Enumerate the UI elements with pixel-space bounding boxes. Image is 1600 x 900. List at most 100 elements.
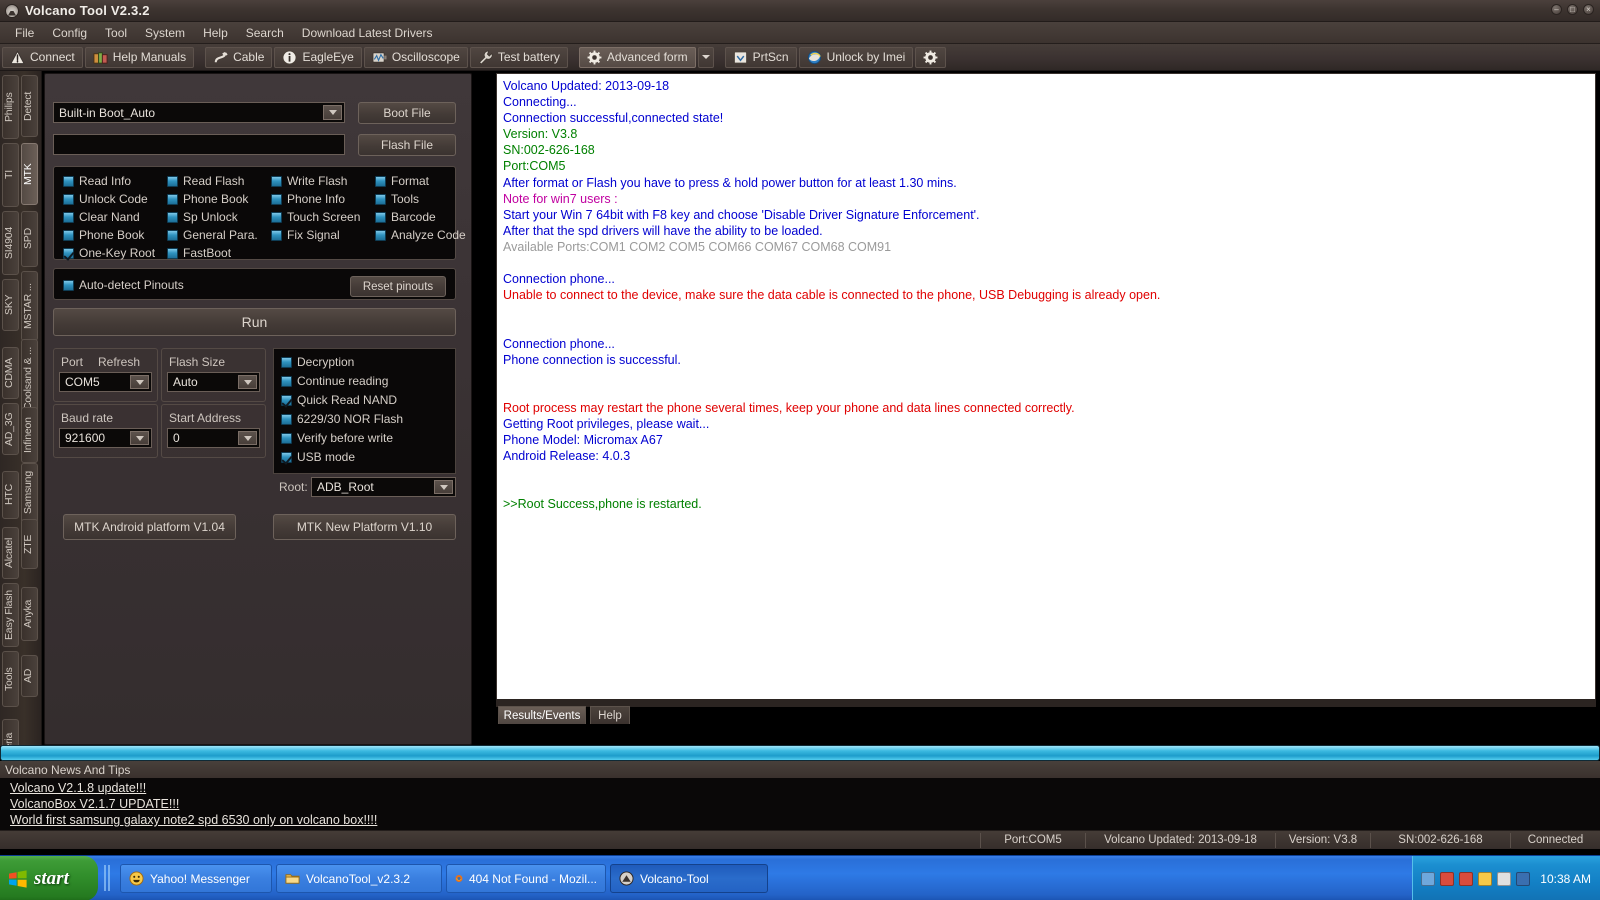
- chevron-down-icon[interactable]: [323, 105, 342, 120]
- toolbar-button-prtscn[interactable]: PrtScn: [724, 46, 797, 68]
- sidebar-tab-samsung[interactable]: Samsung: [21, 463, 38, 523]
- start-address-combo[interactable]: 0: [167, 428, 260, 448]
- news-link[interactable]: Volcano V2.1.8 update!!!: [10, 780, 146, 796]
- taskbar-item-volcano-tool[interactable]: Volcano-Tool: [610, 864, 768, 893]
- refresh-button[interactable]: Refresh: [98, 355, 140, 369]
- menu-item-file[interactable]: File: [6, 24, 43, 42]
- news-links-list: Volcano V2.1.8 update!!! VolcanoBox V2.1.…: [0, 778, 1600, 830]
- maximize-button[interactable]: □: [1567, 4, 1578, 15]
- news-link[interactable]: World first samsung galaxy note2 spd 653…: [10, 812, 377, 828]
- menu-item-system[interactable]: System: [136, 24, 194, 42]
- port-combo[interactable]: COM5: [59, 372, 152, 392]
- sidebar-tab-sky[interactable]: SKY: [2, 279, 19, 331]
- toolbar-button-label: Connect: [30, 50, 75, 64]
- sidebar-tab-ad[interactable]: AD: [21, 655, 38, 697]
- antivirus-icon[interactable]: [1459, 871, 1473, 886]
- option-checkbox-6229-30-nor-flash[interactable]: 6229/30 NOR Flash: [281, 412, 403, 426]
- sidebar-tab-anyka[interactable]: Anyka: [21, 587, 38, 641]
- usb-icon[interactable]: [1516, 871, 1530, 886]
- auto-detect-pinouts-checkbox[interactable]: Auto-detect Pinouts: [63, 278, 184, 292]
- taskbar-item-label: VolcanoTool_v2.3.2: [306, 871, 411, 886]
- device-family-sidebar: Philips TI SI4904 SKY CDMA AD_3G HTC Alcatel Eas…: [0, 71, 42, 775]
- sidebar-tab-ti[interactable]: TI: [2, 143, 19, 207]
- toolbar-button-oscilloscope[interactable]: Oscilloscope: [363, 46, 468, 68]
- mtk-new-platform-button[interactable]: MTK New Platform V1.10: [273, 514, 456, 540]
- sidebar-tab-infineon[interactable]: Infineon: [21, 407, 38, 463]
- network-icon[interactable]: [1421, 871, 1435, 886]
- toolbar-button-test-battery[interactable]: Test battery: [469, 46, 568, 68]
- chevron-down-icon[interactable]: [130, 431, 149, 445]
- news-link[interactable]: VolcanoBox V2.1.7 UPDATE!!!: [10, 796, 179, 812]
- menu-item-tool[interactable]: Tool: [96, 24, 136, 42]
- windows-taskbar: start Yahoo! Messenger VolcanoTool_v2.3.2…: [0, 855, 1600, 900]
- reset-pinouts-button[interactable]: Reset pinouts: [350, 276, 446, 297]
- chevron-down-icon[interactable]: [434, 480, 453, 494]
- menu-item-config[interactable]: Config: [43, 24, 96, 42]
- taskbar-item-404-not-found-mozil[interactable]: 404 Not Found - Mozil...: [446, 864, 606, 893]
- flash-file-button[interactable]: Flash File: [358, 134, 456, 156]
- sidebar-tab-mtk[interactable]: MTK: [21, 143, 38, 205]
- menu-item-download-latest-drivers[interactable]: Download Latest Drivers: [293, 24, 442, 42]
- option-checkbox-quick-read-nand[interactable]: Quick Read NAND: [281, 393, 397, 407]
- flash-size-combo[interactable]: Auto: [167, 372, 260, 392]
- boot-file-button[interactable]: Boot File: [358, 102, 456, 124]
- log-line: Start your Win 7 64bit with F8 key and c…: [503, 207, 980, 222]
- shield-icon[interactable]: [1440, 871, 1454, 886]
- root-combo[interactable]: ADB_Root: [311, 477, 456, 497]
- sidebar-tab-detect[interactable]: Detect: [21, 75, 38, 137]
- messenger-icon[interactable]: [1478, 871, 1492, 886]
- minimize-button[interactable]: –: [1551, 4, 1562, 15]
- chevron-down-icon[interactable]: [130, 375, 149, 389]
- flash-file-input[interactable]: [53, 134, 345, 155]
- chevron-down-icon[interactable]: [697, 46, 714, 68]
- sidebar-tab-mstar[interactable]: MSTAR ...: [21, 271, 38, 341]
- sidebar-tab-htc[interactable]: HTC: [2, 471, 19, 519]
- sidebar-tab-ad-3g[interactable]: AD_3G: [2, 403, 19, 455]
- taskbar-item-yahoo-messenger[interactable]: Yahoo! Messenger: [120, 864, 272, 893]
- log-tab-help[interactable]: Help: [590, 706, 630, 724]
- sidebar-tab-cdma[interactable]: CDMA: [2, 347, 19, 399]
- option-checkbox-usb-mode[interactable]: USB mode: [281, 450, 355, 464]
- sidebar-tab-spd[interactable]: SPD: [21, 211, 38, 267]
- toolbar-button-label: Cable: [233, 50, 265, 64]
- option-checkbox-verify-before-write[interactable]: Verify before write: [281, 431, 393, 445]
- root-combo-value: ADB_Root: [317, 480, 374, 494]
- sidebar-tab-easy-flash[interactable]: Easy Flash: [2, 583, 19, 647]
- volume-icon[interactable]: [1497, 871, 1511, 886]
- toolbar-button-settings[interactable]: [915, 46, 947, 68]
- toolbar-button-cable[interactable]: Cable: [205, 46, 273, 68]
- sidebar-tab-philips[interactable]: Philips: [2, 75, 19, 139]
- sidebar-tab-tools[interactable]: Tools: [2, 651, 19, 707]
- sidebar-tab-alcatel[interactable]: Alcatel: [2, 527, 19, 579]
- mtk-android-platform-button[interactable]: MTK Android platform V1.04: [63, 514, 236, 540]
- sidebar-tab-coolsand[interactable]: Coolsand & ...: [21, 339, 38, 417]
- menu-item-help[interactable]: Help: [194, 24, 237, 42]
- log-line: Phone connection is successful.: [503, 352, 681, 367]
- news-progress-bar: [0, 745, 1600, 761]
- menu-item-search[interactable]: Search: [237, 24, 293, 42]
- toolbar-button-unlock-by-imei[interactable]: Unlock by Imei: [798, 46, 914, 68]
- taskbar-item-volcanotool-v2-3-2[interactable]: VolcanoTool_v2.3.2: [276, 864, 442, 893]
- gear-icon: [587, 50, 602, 64]
- toolbar-button-eagleeye[interactable]: EagleEye: [274, 46, 362, 68]
- toolbar-button-help-manuals[interactable]: Help Manuals: [84, 46, 195, 68]
- option-checkbox-decryption[interactable]: Decryption: [281, 355, 354, 369]
- chevron-down-icon[interactable]: [238, 375, 257, 389]
- baud-rate-combo[interactable]: 921600: [59, 428, 152, 448]
- log-tab-results-events[interactable]: Results/Events: [498, 706, 586, 724]
- sidebar-tab-si4904[interactable]: SI4904: [2, 211, 19, 275]
- close-button[interactable]: ×: [1583, 4, 1594, 15]
- boot-file-combo[interactable]: Built-in Boot_Auto: [53, 102, 345, 123]
- toolbar-button-advanced-form[interactable]: Advanced form: [578, 46, 696, 68]
- chevron-down-icon[interactable]: [238, 431, 257, 445]
- start-address-label: Start Address: [169, 411, 242, 425]
- option-checkbox-continue-reading[interactable]: Continue reading: [281, 374, 388, 388]
- run-button[interactable]: Run: [53, 308, 456, 336]
- results-log-panel[interactable]: Volcano Updated: 2013-09-18 Connecting...…: [496, 73, 1596, 706]
- toolbar-button-connect[interactable]: Connect: [2, 46, 83, 68]
- taskbar-clock: 10:38 AM: [1540, 871, 1591, 886]
- status-cell-3: SN:002-626-168: [1370, 832, 1510, 848]
- sidebar-tab-zte[interactable]: ZTE: [21, 519, 38, 569]
